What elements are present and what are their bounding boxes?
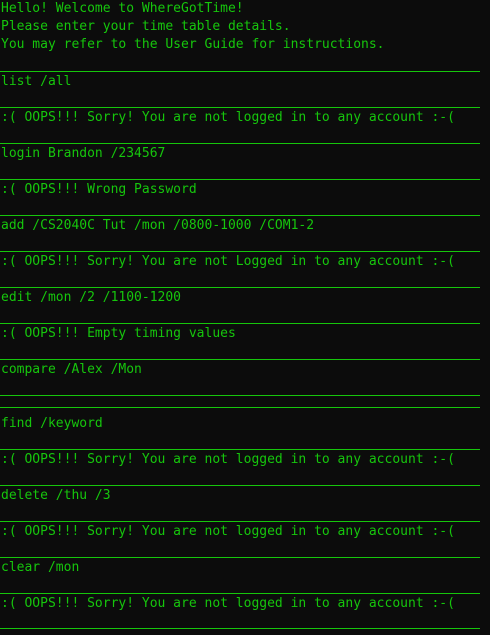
separator-line (0, 407, 480, 408)
response-line: :( OOPS!!! Wrong Password (1, 182, 197, 197)
response-line: :( OOPS!!! Sorry! You are not logged in … (1, 596, 455, 611)
separator-line (0, 251, 480, 252)
separator-line (0, 143, 480, 144)
command-line: find /keyword (1, 416, 103, 431)
separator-line (0, 179, 480, 180)
command-line: edit /mon /2 /1100-1200 (1, 290, 182, 305)
response-line: :( OOPS!!! Sorry! You are not logged in … (1, 452, 455, 467)
separator-line (0, 449, 480, 450)
separator-line (0, 485, 480, 486)
command-line: delete /thu /3 (1, 488, 111, 503)
separator-line (0, 359, 480, 360)
terminal-window[interactable]: Hello! Welcome to WhereGotTime! Please e… (0, 0, 490, 635)
separator-line (0, 323, 480, 324)
response-line: :( OOPS!!! Sorry! You are not Logged in … (1, 254, 455, 269)
command-line: add /CS2040C Tut /mon /0800-1000 /COM1-2 (1, 218, 315, 233)
separator-line (0, 71, 480, 72)
separator-line (0, 215, 480, 216)
command-line: login Brandon /234567 (1, 146, 166, 161)
response-line: :( OOPS!!! Sorry! You are not logged in … (1, 110, 455, 125)
command-line: clear /mon (1, 560, 80, 575)
separator-line (0, 521, 480, 522)
separator-line (0, 395, 480, 396)
separator-line (0, 107, 480, 108)
response-line: :( OOPS!!! Sorry! You are not logged in … (1, 524, 455, 539)
command-line: compare /Alex /Mon (1, 362, 142, 377)
response-line: :( OOPS!!! Empty timing values (1, 326, 236, 341)
separator-line (0, 557, 480, 558)
welcome-line-3: You may refer to the User Guide for inst… (1, 37, 385, 52)
separator-line (0, 287, 480, 288)
welcome-line-1: Hello! Welcome to WhereGotTime! (1, 1, 244, 16)
separator-line (0, 593, 480, 594)
separator-line (0, 628, 480, 629)
command-line: list /all (1, 74, 72, 89)
welcome-line-2: Please enter your time table details. (1, 19, 291, 34)
